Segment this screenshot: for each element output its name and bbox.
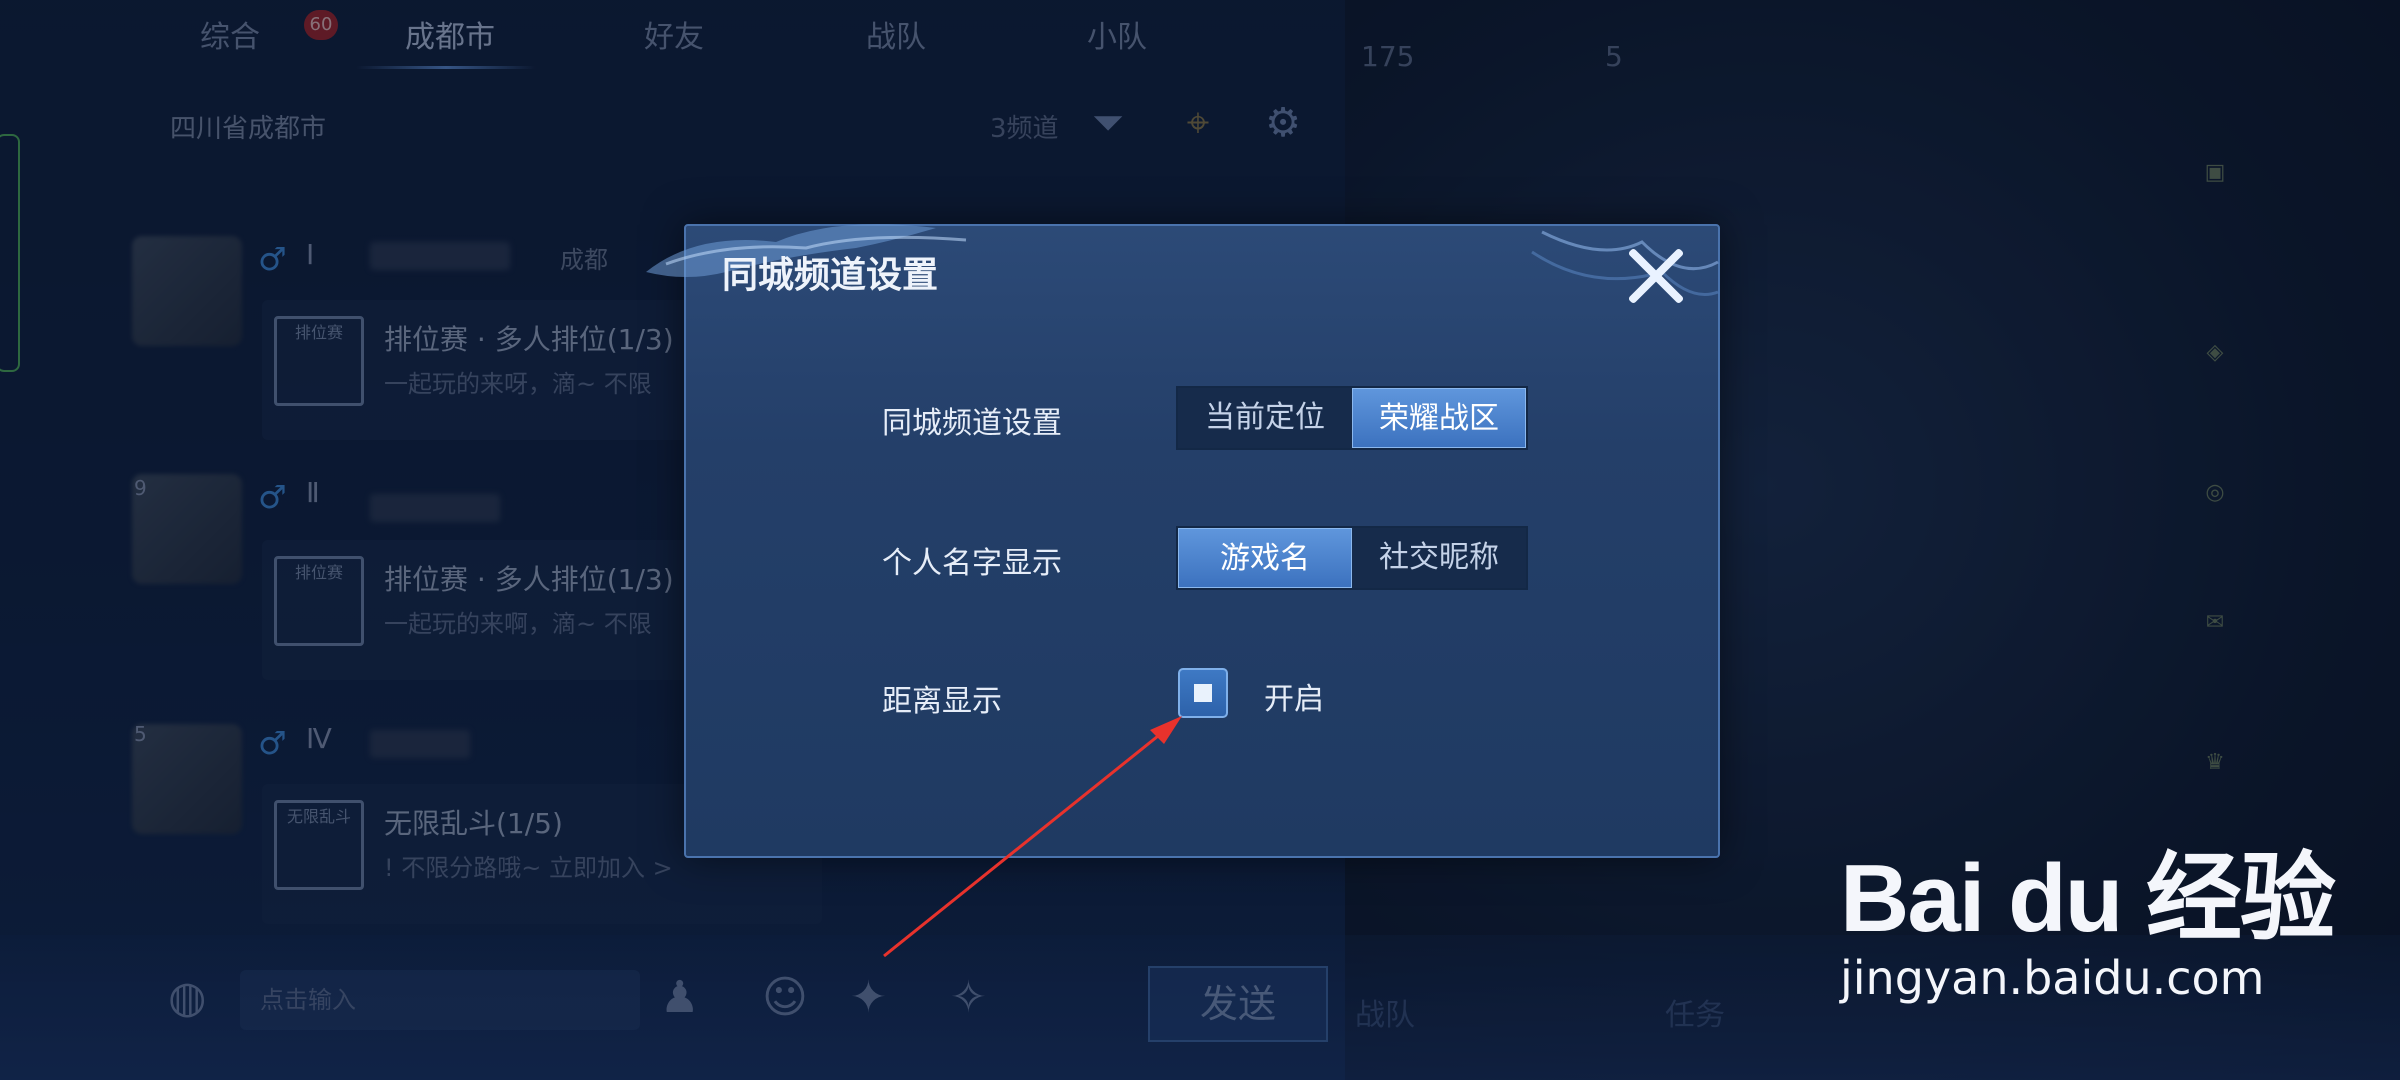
city-channel-settings-dialog: 同城频道设置 同城频道设置 当前定位 荣耀战区 个人名字显示 游戏名 社交昵称 … bbox=[646, 224, 1720, 858]
channel-source-toggle: 当前定位 荣耀战区 bbox=[1176, 386, 1528, 450]
dialog-title: 同城频道设置 bbox=[722, 255, 939, 296]
option-social-nickname[interactable]: 社交昵称 bbox=[1352, 528, 1526, 588]
channel-setting-label: 同城频道设置 bbox=[882, 406, 1062, 441]
baidu-watermark: Bai du 经验 jingyan.baidu.com bbox=[1840, 820, 2336, 1005]
distance-display-label: 距离显示 bbox=[882, 684, 1002, 719]
option-current-location[interactable]: 当前定位 bbox=[1178, 388, 1352, 448]
name-display-toggle: 游戏名 社交昵称 bbox=[1176, 526, 1528, 590]
close-button[interactable] bbox=[1624, 244, 1686, 306]
option-honor-zone[interactable]: 荣耀战区 bbox=[1352, 388, 1526, 448]
distance-display-checkbox[interactable] bbox=[1178, 668, 1228, 718]
baidu-logo: Bai du 经验 bbox=[1840, 845, 2336, 952]
watermark-url: jingyan.baidu.com bbox=[1840, 951, 2265, 1005]
enable-label: 开启 bbox=[1264, 682, 1324, 717]
option-game-name[interactable]: 游戏名 bbox=[1178, 528, 1352, 588]
checkbox-check-icon bbox=[1194, 684, 1212, 702]
cloud-ornament-icon bbox=[1531, 230, 1719, 296]
name-display-label: 个人名字显示 bbox=[882, 546, 1062, 581]
